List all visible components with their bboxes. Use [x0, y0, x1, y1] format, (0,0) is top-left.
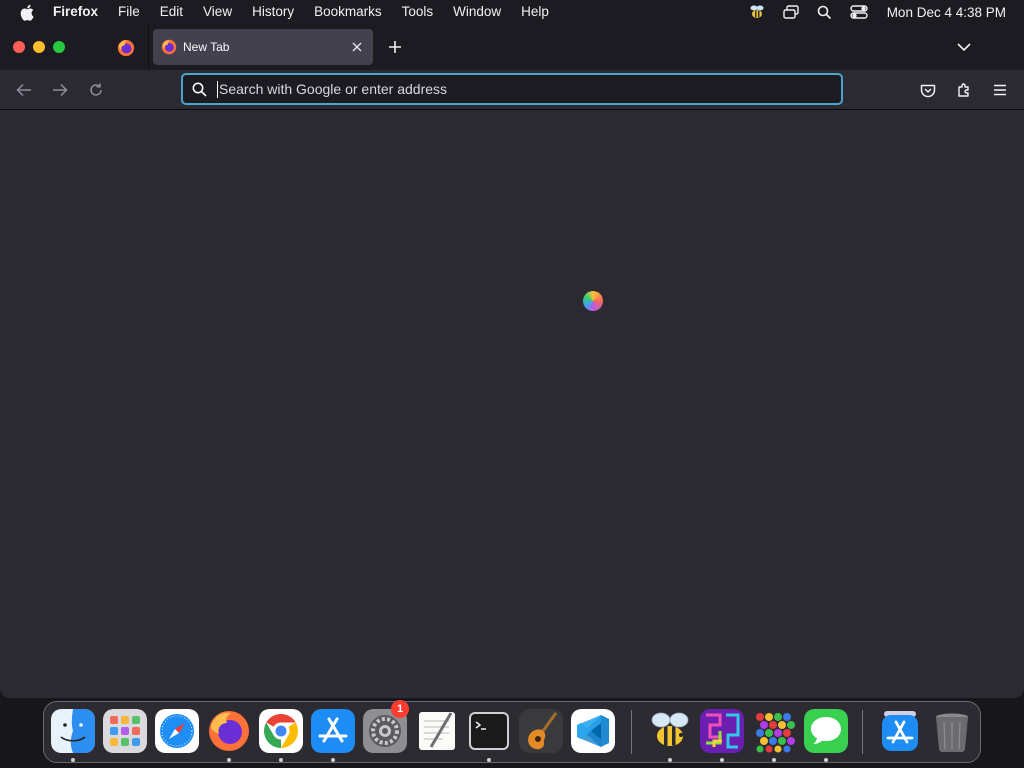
apple-menu-icon[interactable]	[17, 4, 37, 21]
screen-mirroring-icon[interactable]	[781, 2, 801, 22]
dock-running-indicator	[279, 758, 283, 762]
menu-file[interactable]: File	[108, 0, 150, 24]
hamburger-menu-icon	[994, 84, 1006, 96]
navigation-toolbar	[0, 70, 1024, 110]
puzzle-piece-icon	[958, 83, 969, 97]
menu-view[interactable]: View	[193, 0, 242, 24]
dock-running-indicator	[71, 758, 75, 762]
firefox-icon	[209, 711, 249, 751]
tab-close-icon[interactable]	[347, 37, 367, 57]
launchpad-icon	[103, 709, 147, 753]
maze-icon	[700, 709, 744, 753]
dock-launchpad[interactable]	[103, 709, 147, 753]
finder-icon	[51, 709, 95, 753]
bee-status-icon[interactable]	[747, 2, 767, 22]
extensions-button[interactable]	[953, 79, 975, 101]
firefox-window: New Tab	[0, 24, 1024, 698]
url-bar[interactable]	[181, 73, 843, 105]
menu-clock[interactable]: Mon Dec 4 4:38 PM	[887, 5, 1006, 20]
firefox-icon	[117, 39, 135, 57]
loading-spinner-icon	[583, 291, 603, 311]
back-button[interactable]	[13, 79, 35, 101]
dock-messages[interactable]	[804, 709, 848, 753]
tab-title: New Tab	[183, 40, 230, 54]
bubbles-icon	[756, 713, 795, 753]
dock-vscode[interactable]	[571, 709, 615, 753]
save-to-pocket-button[interactable]	[917, 79, 939, 101]
page-content[interactable]	[0, 111, 1024, 698]
dock-maze-game[interactable]	[700, 709, 744, 753]
new-tab-button[interactable]	[384, 36, 406, 58]
window-zoom-button[interactable]	[53, 41, 65, 53]
dock-app-store[interactable]	[311, 709, 355, 753]
menu-window[interactable]: Window	[443, 0, 511, 24]
chevron-down-icon	[957, 42, 971, 51]
menu-help[interactable]: Help	[511, 0, 559, 24]
plus-icon	[389, 41, 401, 53]
dock-garageband[interactable]	[519, 709, 563, 753]
dock-running-indicator	[331, 758, 335, 762]
dock: 1	[43, 700, 981, 763]
reload-icon	[90, 83, 102, 96]
window-minimize-button[interactable]	[33, 41, 45, 53]
menu-app-name[interactable]: Firefox	[53, 0, 108, 24]
firefox-favicon-icon	[161, 39, 177, 55]
app-store-icon	[311, 709, 355, 753]
garageband-icon	[519, 709, 563, 753]
dock-terminal[interactable]	[467, 709, 511, 753]
dock-firefox[interactable]	[207, 709, 251, 753]
dock-separator	[631, 710, 632, 754]
tab-new-tab[interactable]: New Tab	[153, 29, 373, 65]
downloads-icon	[882, 711, 918, 751]
dock-chrome[interactable]	[259, 709, 303, 753]
terminal-icon	[469, 712, 509, 750]
dock-bubble-game[interactable]	[752, 709, 796, 753]
tab-strip: New Tab	[0, 24, 1024, 70]
dock-running-indicator	[720, 758, 724, 762]
control-center-icon[interactable]	[849, 2, 869, 22]
dock-running-indicator	[824, 758, 828, 762]
firefox-view-button[interactable]	[114, 36, 138, 60]
spotlight-search-icon[interactable]	[815, 2, 835, 22]
chrome-icon	[259, 709, 303, 753]
dock-downloads-stack[interactable]	[878, 709, 922, 753]
tab-separator	[148, 24, 149, 70]
dock-bee-game[interactable]	[648, 709, 692, 753]
dock-separator	[862, 710, 863, 754]
trash-icon	[936, 713, 968, 752]
dock-running-indicator	[668, 758, 672, 762]
dock-textedit[interactable]	[415, 709, 459, 753]
dock-running-indicator	[772, 758, 776, 762]
safari-icon	[155, 709, 199, 753]
list-all-tabs-button[interactable]	[953, 36, 975, 58]
forward-button[interactable]	[49, 79, 71, 101]
pocket-icon	[920, 84, 936, 97]
menu-history[interactable]: History	[242, 0, 304, 24]
window-close-button[interactable]	[13, 41, 25, 53]
search-icon	[191, 81, 207, 97]
menu-tools[interactable]: Tools	[392, 0, 444, 24]
application-menu-button[interactable]	[989, 79, 1011, 101]
messages-icon	[804, 709, 848, 753]
text-caret	[217, 80, 218, 98]
dock-running-indicator	[487, 758, 491, 762]
notification-badge: 1	[391, 700, 409, 718]
menu-bookmarks[interactable]: Bookmarks	[304, 0, 392, 24]
arrow-right-icon	[53, 83, 68, 97]
textedit-icon	[419, 712, 455, 750]
dock-running-indicator	[227, 758, 231, 762]
menu-edit[interactable]: Edit	[150, 0, 193, 24]
vscode-icon	[571, 709, 615, 753]
reload-button[interactable]	[85, 79, 107, 101]
menu-bar: Firefox File Edit View History Bookmarks…	[0, 0, 1024, 24]
bee-icon	[651, 712, 689, 746]
dock-finder[interactable]	[51, 709, 95, 753]
dock-trash[interactable]	[930, 709, 974, 753]
dock-safari[interactable]	[155, 709, 199, 753]
url-input[interactable]	[219, 76, 841, 102]
arrow-left-icon	[16, 83, 31, 97]
